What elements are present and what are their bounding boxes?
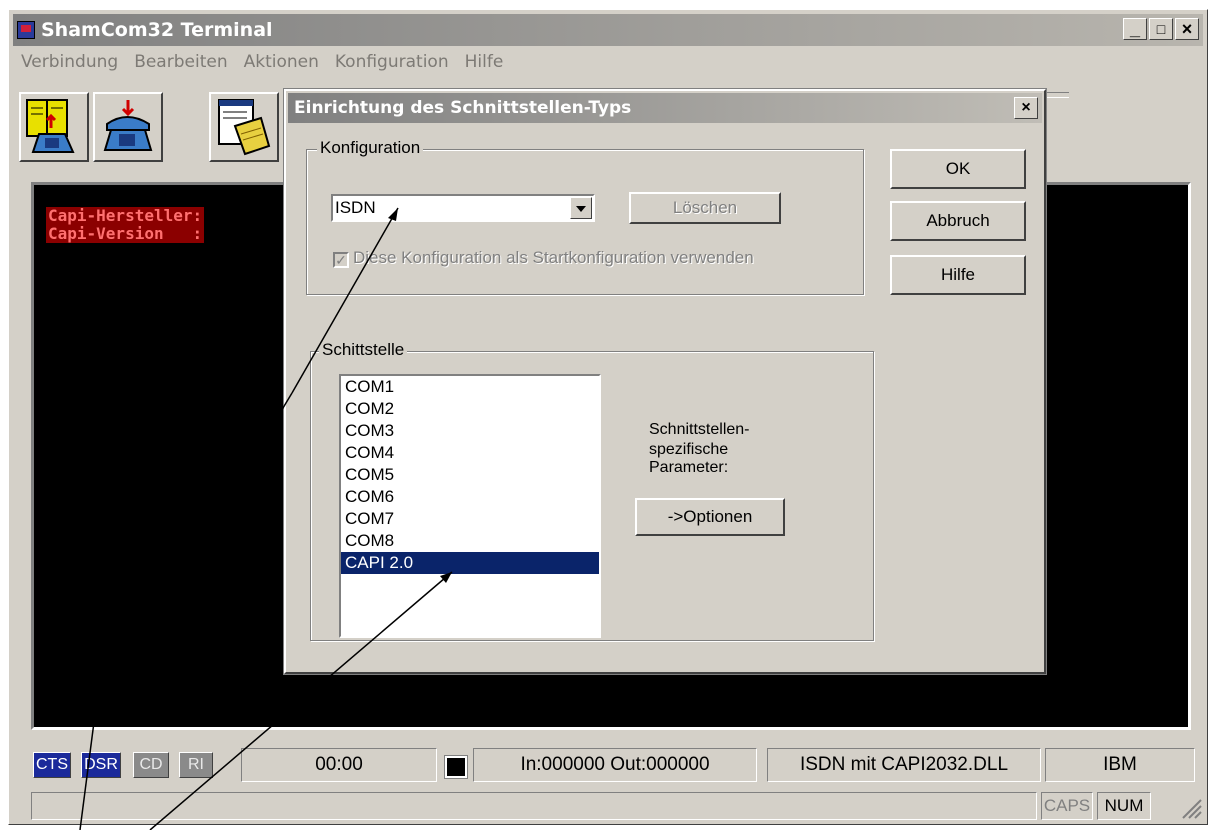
app-icon[interactable]	[17, 21, 35, 39]
configuration-group: Konfiguration ISDN Löschen ✓ Diese Konfi…	[306, 138, 864, 295]
menu-bar: Verbindung Bearbeiten Aktionen Konfigura…	[13, 50, 511, 76]
num-indicator: NUM	[1097, 792, 1151, 820]
configuration-value: ISDN	[335, 198, 376, 217]
cd-indicator: CD	[133, 752, 169, 778]
configuration-group-label: Konfiguration	[317, 138, 424, 158]
list-item-com3[interactable]: COM3	[341, 420, 599, 442]
status-bar: CTS DSR CD RI 00:00 In:000000 Out:000000…	[9, 748, 1209, 788]
caps-indicator: CAPS	[1041, 792, 1093, 820]
interface-group-label: Schittstelle	[319, 340, 408, 360]
dial-icon	[103, 100, 153, 151]
record-indicator[interactable]	[445, 756, 467, 778]
close-button[interactable]: ×	[1175, 18, 1199, 40]
params-text-line-1: Schnittstellen-	[649, 421, 750, 438]
cts-indicator: CTS	[33, 752, 71, 778]
connection-info: ISDN mit CAPI2032.DLL	[767, 748, 1041, 782]
list-item-com6[interactable]: COM6	[341, 486, 599, 508]
help-button[interactable]: Hilfe	[890, 255, 1026, 295]
terminal-type: IBM	[1045, 748, 1195, 782]
resize-grip-icon[interactable]	[1177, 794, 1203, 820]
configuration-select[interactable]: ISDN	[331, 194, 595, 222]
message-line	[31, 792, 1037, 820]
menu-aktionen[interactable]: Aktionen	[236, 50, 327, 76]
menu-konfiguration[interactable]: Konfiguration	[327, 50, 457, 76]
dialog-title: Einrichtung des Schnittstellen-Typs	[294, 98, 632, 118]
list-item-com7[interactable]: COM7	[341, 508, 599, 530]
window-title: ShamCom32 Terminal	[41, 19, 273, 41]
list-item-com2[interactable]: COM2	[341, 398, 599, 420]
dialog-close-button[interactable]: ×	[1014, 97, 1038, 119]
ok-button[interactable]: OK	[890, 149, 1026, 189]
terminal-line-capi-version: Capi-Version :	[46, 224, 205, 243]
minimize-button[interactable]: _	[1123, 18, 1147, 40]
chevron-down-icon[interactable]	[570, 197, 592, 219]
document-icon	[218, 99, 271, 156]
dsr-indicator: DSR	[81, 752, 121, 778]
menu-bearbeiten[interactable]: Bearbeiten	[126, 50, 235, 76]
delete-button[interactable]: Löschen	[629, 192, 781, 224]
ri-indicator: RI	[179, 752, 213, 778]
menu-verbindung[interactable]: Verbindung	[13, 50, 126, 76]
interface-type-dialog: Einrichtung des Schnittstellen-Typs × Ko…	[283, 88, 1047, 675]
terminal-line-capi-vendor: Capi-Hersteller:	[46, 206, 205, 225]
timer-display: 00:00	[241, 748, 437, 782]
cancel-button[interactable]: Abbruch	[890, 201, 1026, 241]
options-button[interactable]: ->Optionen	[635, 498, 785, 536]
title-bar[interactable]: ShamCom32 Terminal _ □ ×	[13, 14, 1203, 46]
list-item-com1[interactable]: COM1	[341, 376, 599, 398]
startup-checkbox[interactable]: ✓	[333, 252, 349, 268]
document-button[interactable]	[209, 92, 279, 162]
maximize-button[interactable]: □	[1149, 18, 1173, 40]
dial-button[interactable]	[93, 92, 163, 162]
startup-checkbox-label: Diese Konfiguration als Startkonfigurati…	[353, 248, 754, 267]
params-text-line-3: Parameter:	[649, 459, 729, 476]
interface-list[interactable]: COM1 COM2 COM3 COM4 COM5 COM6 COM7 COM8 …	[339, 374, 601, 638]
list-item-com8[interactable]: COM8	[341, 530, 599, 552]
list-item-com4[interactable]: COM4	[341, 442, 599, 464]
phonebook-icon	[26, 99, 75, 153]
list-item-capi[interactable]: CAPI 2.0	[341, 552, 599, 574]
dialog-title-bar[interactable]: Einrichtung des Schnittstellen-Typs ×	[288, 93, 1042, 123]
menu-hilfe[interactable]: Hilfe	[457, 50, 512, 76]
interface-group: Schittstelle COM1 COM2 COM3 COM4 COM5 CO…	[310, 340, 874, 641]
params-text-line-2: spezifische	[649, 441, 729, 458]
byte-counter: In:000000 Out:000000	[473, 748, 757, 782]
phonebook-button[interactable]	[19, 92, 89, 162]
list-item-com5[interactable]: COM5	[341, 464, 599, 486]
